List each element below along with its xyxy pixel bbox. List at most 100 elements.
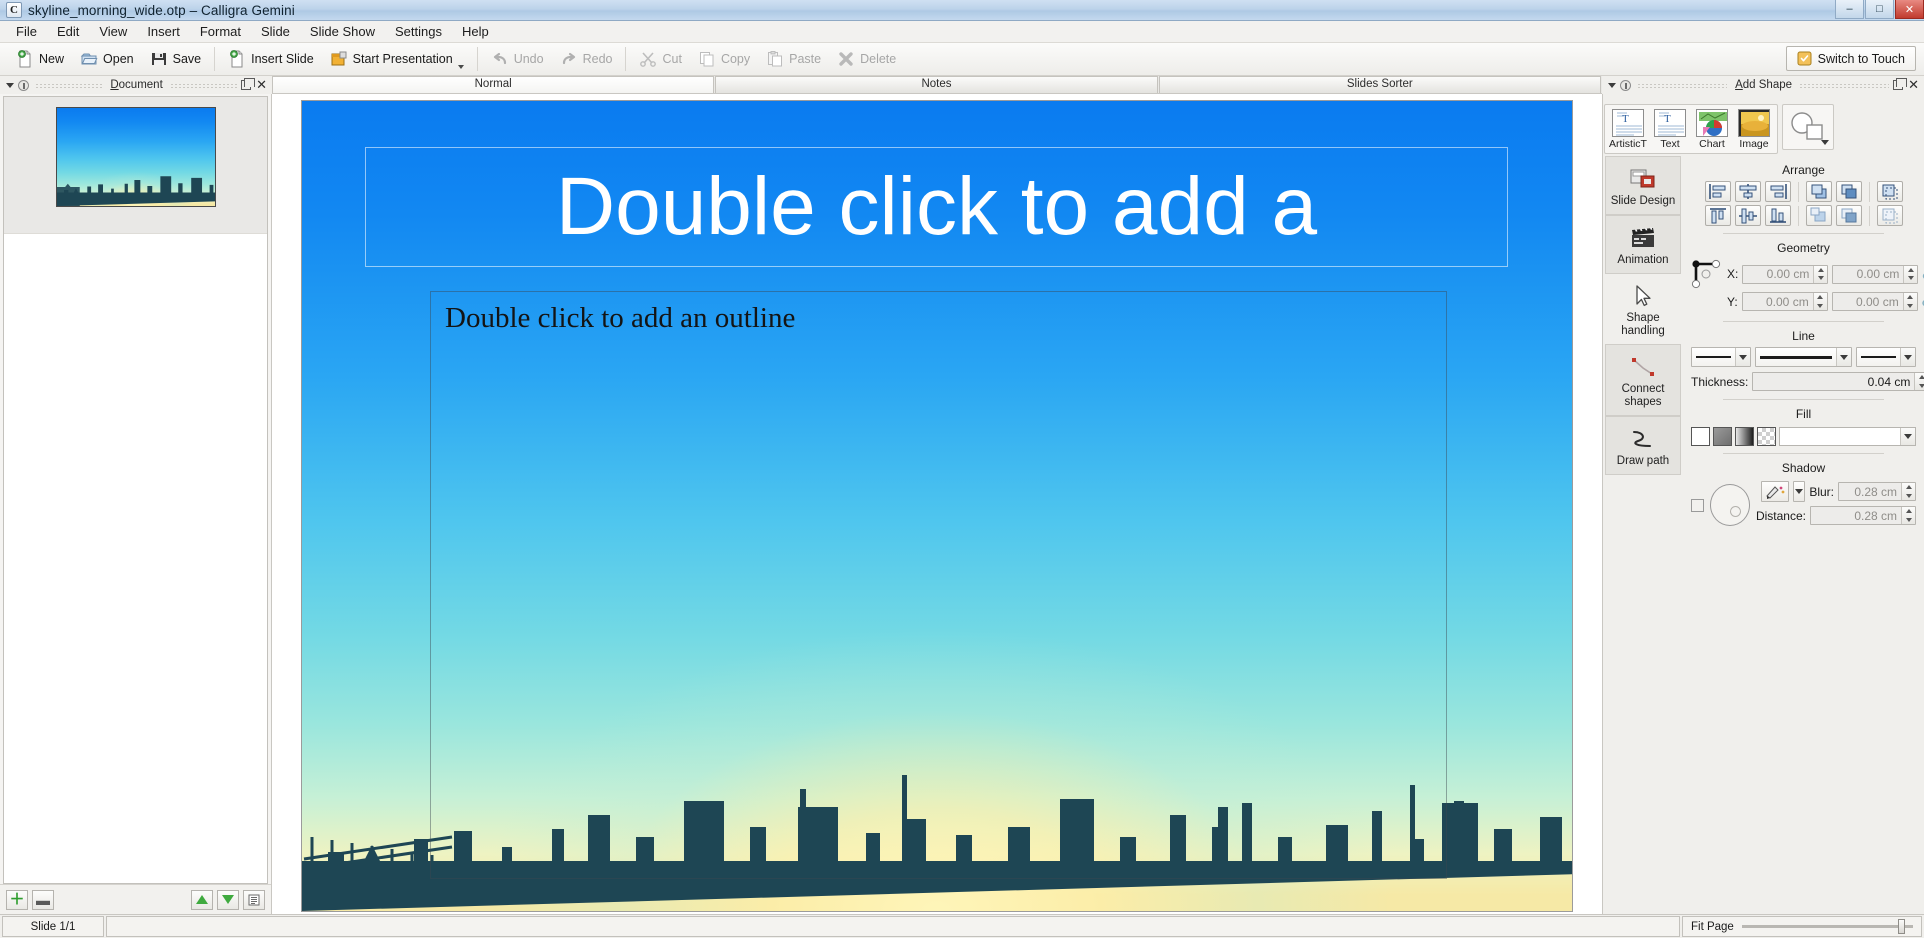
shadow-blur-input[interactable] (1838, 482, 1916, 501)
close-icon[interactable]: ✕ (1908, 78, 1919, 91)
menu-slide[interactable]: Slide (251, 22, 300, 42)
chevron-down-icon[interactable] (1900, 348, 1915, 366)
menu-format[interactable]: Format (190, 22, 251, 42)
stepper-down-icon[interactable] (1918, 383, 1924, 388)
redo-button[interactable]: Redo (552, 46, 621, 73)
geometry-x-input[interactable] (1742, 264, 1829, 284)
save-button[interactable]: Save (142, 46, 210, 73)
geometry-y-input[interactable] (1741, 292, 1828, 311)
close-icon[interactable]: ✕ (256, 78, 267, 91)
slide-canvas-area[interactable]: Double click to add a Double click to ad… (272, 94, 1602, 914)
geometry-width-stepper[interactable] (1903, 265, 1918, 283)
stepper-up-icon[interactable] (1905, 509, 1912, 514)
fill-solid-swatch[interactable] (1713, 427, 1732, 446)
new-button[interactable]: New (8, 46, 72, 73)
bring-to-front-icon[interactable] (1805, 181, 1832, 202)
chart-shape-button[interactable]: Chart (1691, 107, 1733, 151)
tool-tab-animation[interactable]: Animation (1605, 215, 1681, 274)
stepper-down-icon[interactable] (1817, 276, 1824, 281)
lock-icon[interactable] (18, 79, 29, 91)
lock-icon[interactable] (1620, 79, 1631, 91)
drag-handle-right[interactable] (1800, 81, 1890, 89)
shadow-blur-field[interactable] (1839, 483, 1901, 500)
zoom-slider[interactable] (1741, 919, 1913, 934)
stepper-up-icon[interactable] (1817, 267, 1824, 272)
slide-options-button[interactable] (243, 889, 265, 910)
send-to-back-icon[interactable] (1835, 205, 1862, 226)
outline-placeholder-box[interactable]: Double click to add an outline (430, 291, 1447, 879)
menu-edit[interactable]: Edit (47, 22, 89, 42)
slide-canvas[interactable]: Double click to add a Double click to ad… (301, 100, 1573, 912)
stepper-up-icon[interactable] (1907, 295, 1914, 300)
insert-slide-button[interactable]: Insert Slide (220, 46, 322, 73)
fill-color-combo[interactable] (1779, 427, 1916, 446)
menu-insert[interactable]: Insert (137, 22, 190, 42)
geometry-y-stepper[interactable] (1812, 293, 1827, 310)
zoom-slider-handle[interactable] (1898, 919, 1905, 934)
menu-help[interactable]: Help (452, 22, 499, 42)
title-placeholder-box[interactable]: Double click to add a (365, 147, 1508, 267)
shadow-color-dropdown[interactable] (1793, 481, 1806, 502)
shadow-distance-stepper[interactable] (1901, 507, 1915, 524)
shadow-blur-stepper[interactable] (1901, 483, 1915, 500)
drag-handle-left[interactable] (36, 81, 103, 89)
more-shapes-button[interactable] (1782, 104, 1834, 150)
stepper-down-icon[interactable] (1905, 517, 1912, 522)
chevron-down-icon[interactable] (1836, 348, 1851, 366)
open-button[interactable]: Open (72, 46, 142, 73)
stepper-down-icon[interactable] (1907, 276, 1914, 281)
chevron-down-icon[interactable] (1735, 348, 1750, 366)
switch-to-touch-button[interactable]: Switch to Touch (1785, 46, 1916, 71)
stepper-up-icon[interactable] (1907, 267, 1914, 272)
shadow-color-button[interactable] (1761, 481, 1790, 502)
chevron-down-icon[interactable] (1821, 140, 1829, 145)
cut-button[interactable]: Cut (631, 46, 689, 73)
ungroup-icon[interactable] (1876, 205, 1903, 226)
align-right-icon[interactable] (1764, 181, 1791, 202)
align-center-horizontal-icon[interactable] (1734, 181, 1761, 202)
group-icon[interactable] (1876, 181, 1903, 202)
stepper-up-icon[interactable] (1918, 375, 1924, 380)
move-slide-down-button[interactable] (217, 889, 239, 910)
image-shape-button[interactable]: Image (1733, 107, 1775, 151)
bring-forward-icon[interactable] (1835, 181, 1862, 202)
chevron-down-icon[interactable] (457, 64, 464, 69)
zoom-control[interactable]: Fit Page (1682, 916, 1922, 937)
menu-slide-show[interactable]: Slide Show (300, 22, 385, 42)
collapse-caret-icon[interactable] (6, 82, 14, 88)
geometry-y-field[interactable] (1742, 293, 1813, 310)
close-button[interactable]: ✕ (1895, 0, 1924, 19)
shadow-distance-field[interactable] (1811, 507, 1901, 524)
stepper-down-icon[interactable] (1817, 303, 1824, 308)
align-left-icon[interactable] (1704, 181, 1731, 202)
tab-notes[interactable]: Notes (715, 76, 1158, 93)
fill-none-swatch[interactable] (1691, 427, 1710, 446)
slide-list[interactable] (3, 96, 268, 884)
delete-button[interactable]: Delete (829, 46, 904, 73)
paste-button[interactable]: Paste (758, 46, 829, 73)
line-thickness-field[interactable] (1753, 373, 1915, 390)
tab-slides-sorter[interactable]: Slides Sorter (1158, 76, 1601, 93)
add-slide-button[interactable]: ＋ (6, 889, 28, 910)
tool-tab-shape-handling[interactable]: Shape handling (1605, 274, 1681, 344)
line-style-combo[interactable] (1755, 347, 1852, 367)
stepper-up-icon[interactable] (1905, 485, 1912, 490)
maximize-button[interactable]: □ (1865, 0, 1894, 19)
artistic-text-shape-button[interactable]: T ArtisticT (1607, 107, 1649, 151)
drag-handle-left[interactable] (1638, 81, 1728, 89)
zoom-level-label[interactable]: Fit Page (1691, 921, 1734, 933)
line-thickness-input[interactable] (1752, 372, 1924, 391)
geometry-x-field[interactable] (1743, 265, 1814, 283)
geometry-width-input[interactable] (1832, 264, 1919, 284)
undo-button[interactable]: Undo (483, 46, 552, 73)
align-top-icon[interactable] (1704, 205, 1731, 226)
slide-thumbnail-1[interactable] (55, 107, 216, 207)
remove-slide-button[interactable]: ▬ (32, 889, 54, 910)
undock-icon[interactable] (1893, 78, 1908, 90)
line-end-marker-combo[interactable] (1856, 347, 1916, 367)
menu-view[interactable]: View (89, 22, 137, 42)
tool-tab-connect-shapes[interactable]: Connect shapes (1605, 344, 1681, 416)
shadow-angle-dial[interactable] (1709, 484, 1750, 526)
line-start-marker-combo[interactable] (1691, 347, 1751, 367)
start-presentation-button[interactable]: Start Presentation (322, 46, 472, 73)
